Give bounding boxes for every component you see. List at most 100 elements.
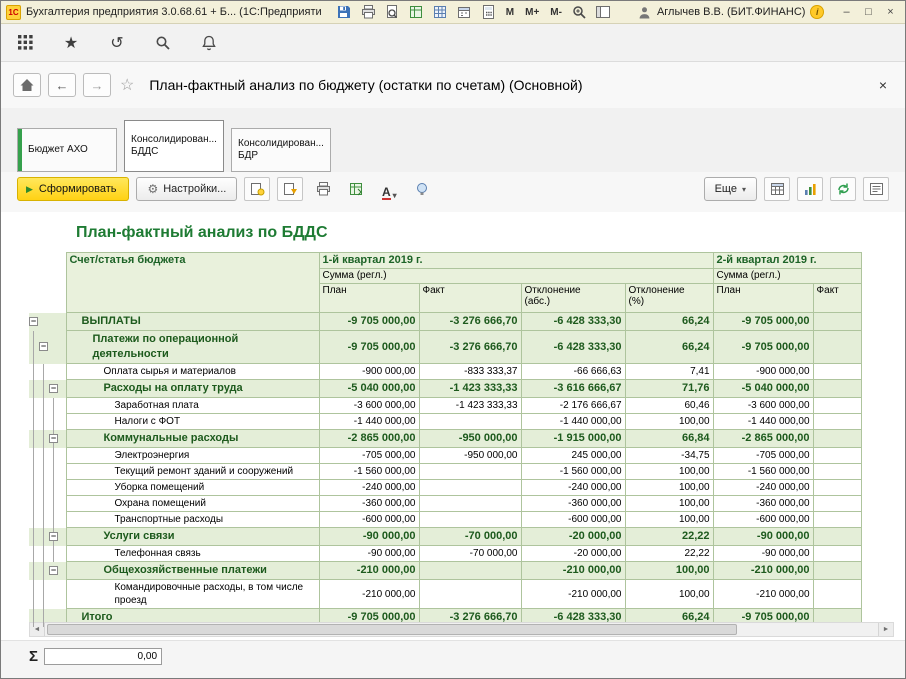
col-header-q2[interactable]: 2-й квартал 2019 г. (713, 253, 861, 269)
cell-value[interactable] (813, 414, 861, 430)
cell-value[interactable] (813, 546, 861, 562)
print-report-icon[interactable] (310, 177, 336, 201)
cell-value[interactable]: -240 000,00 (713, 480, 813, 496)
cell-value[interactable]: -5 040 000,00 (713, 380, 813, 398)
tab-budget-axo[interactable]: Бюджет АХО (17, 128, 117, 172)
row-label[interactable]: Командировочные расходы, в том числе про… (66, 580, 319, 609)
cell-value[interactable] (813, 364, 861, 380)
cell-value[interactable] (813, 430, 861, 448)
cell-value[interactable]: -1 560 000,00 (521, 464, 625, 480)
generate-button[interactable]: ▶ Сформировать (17, 177, 129, 201)
cell-value[interactable]: -1 560 000,00 (713, 464, 813, 480)
cell-value[interactable] (813, 464, 861, 480)
table-row[interactable]: Текущий ремонт зданий и сооружений-1 560… (29, 464, 861, 480)
forward-button[interactable]: → (83, 73, 111, 97)
cell-value[interactable] (419, 562, 521, 580)
close-form-icon[interactable]: × (873, 77, 893, 93)
back-button[interactable]: ← (48, 73, 76, 97)
cell-value[interactable]: -360 000,00 (319, 496, 419, 512)
cell-value[interactable]: -34,75 (625, 448, 713, 464)
cell-value[interactable]: -90 000,00 (713, 528, 813, 546)
row-label[interactable]: Оплата сырья и материалов (66, 364, 319, 380)
cell-value[interactable]: 100,00 (625, 580, 713, 609)
cell-value[interactable]: -900 000,00 (319, 364, 419, 380)
horizontal-scrollbar[interactable]: ◄ ► (29, 622, 894, 637)
col-header-account[interactable]: Счет/статья бюджета (66, 253, 319, 313)
cell-value[interactable]: -2 865 000,00 (319, 430, 419, 448)
cell-value[interactable]: -70 000,00 (419, 528, 521, 546)
cell-value[interactable]: -1 560 000,00 (319, 464, 419, 480)
col-header-plan-q2[interactable]: План (713, 284, 813, 313)
cell-value[interactable]: -240 000,00 (319, 480, 419, 496)
cell-value[interactable]: -1 440 000,00 (713, 414, 813, 430)
cell-value[interactable]: 66,84 (625, 430, 713, 448)
cell-value[interactable]: -210 000,00 (521, 580, 625, 609)
cell-value[interactable]: -90 000,00 (319, 528, 419, 546)
cell-value[interactable]: -2 865 000,00 (713, 430, 813, 448)
notifications-bell-icon[interactable] (199, 33, 219, 53)
col-header-fact-q2[interactable]: Факт (813, 284, 861, 313)
col-header-plan-q1[interactable]: План (319, 284, 419, 313)
row-label[interactable]: Платежи по операционной деятельности (66, 331, 319, 364)
col-header-sum-regl-q2[interactable]: Сумма (регл.) (713, 269, 861, 284)
cell-value[interactable]: -210 000,00 (521, 562, 625, 580)
cell-value[interactable]: -900 000,00 (713, 364, 813, 380)
refresh-icon[interactable] (830, 177, 856, 201)
cell-value[interactable] (419, 414, 521, 430)
cell-value[interactable]: -6 428 333,30 (521, 313, 625, 331)
cell-value[interactable]: 71,76 (625, 380, 713, 398)
scrollbar-thumb[interactable] (47, 624, 737, 635)
table-row[interactable]: −Услуги связи-90 000,00-70 000,00-20 000… (29, 528, 861, 546)
favorite-star-icon[interactable]: ☆ (120, 75, 134, 95)
save-icon[interactable] (336, 4, 353, 21)
save-to-file-icon[interactable] (343, 177, 369, 201)
cell-value[interactable]: -1 440 000,00 (319, 414, 419, 430)
tab-consolidated-bdds[interactable]: Консолидирован... БДДС (124, 120, 224, 172)
row-label[interactable]: Транспортные расходы (66, 512, 319, 528)
close-button[interactable]: × (881, 4, 900, 21)
cell-value[interactable]: -5 040 000,00 (319, 380, 419, 398)
collapse-icon[interactable]: − (49, 434, 58, 443)
row-label[interactable]: Общехозяйственные платежи (66, 562, 319, 580)
row-label[interactable]: Уборка помещений (66, 480, 319, 496)
scroll-right-icon[interactable]: ► (878, 623, 893, 636)
cell-value[interactable]: -3 276 666,70 (419, 313, 521, 331)
cell-value[interactable] (813, 398, 861, 414)
cell-value[interactable]: -9 705 000,00 (713, 313, 813, 331)
cell-value[interactable]: -1 423 333,33 (419, 398, 521, 414)
cell-value[interactable]: -210 000,00 (713, 562, 813, 580)
cell-value[interactable]: 66,24 (625, 313, 713, 331)
period-table-icon[interactable] (764, 177, 790, 201)
row-label[interactable]: Охрана помещений (66, 496, 319, 512)
export-table-icon[interactable] (408, 4, 425, 21)
cell-value[interactable]: -210 000,00 (319, 580, 419, 609)
cell-value[interactable]: 60,46 (625, 398, 713, 414)
settings-button[interactable]: ⚙ Настройки... (136, 177, 237, 201)
more-button[interactable]: Еще ▾ (704, 177, 757, 201)
cell-value[interactable]: -1 423 333,33 (419, 380, 521, 398)
print-icon[interactable] (360, 4, 377, 21)
col-header-q1[interactable]: 1-й квартал 2019 г. (319, 253, 713, 269)
memory-m-plus-button[interactable]: М+ (523, 7, 541, 18)
print-preview-icon[interactable] (384, 4, 401, 21)
zoom-icon[interactable] (571, 4, 588, 21)
cell-value[interactable]: -210 000,00 (713, 580, 813, 609)
cell-value[interactable]: -360 000,00 (521, 496, 625, 512)
cell-value[interactable] (419, 496, 521, 512)
table-row[interactable]: Заработная плата-3 600 000,00-1 423 333,… (29, 398, 861, 414)
cell-value[interactable]: -3 600 000,00 (713, 398, 813, 414)
table-row[interactable]: Налоги с ФОТ-1 440 000,00-1 440 000,0010… (29, 414, 861, 430)
col-header-fact-q1[interactable]: Факт (419, 284, 521, 313)
user-menu[interactable]: Аглычев В.В. (БИТ.ФИНАНС) (636, 4, 805, 21)
cell-value[interactable] (813, 528, 861, 546)
cell-value[interactable]: -833 333,37 (419, 364, 521, 380)
cell-value[interactable]: -600 000,00 (713, 512, 813, 528)
menu-grid-icon[interactable] (15, 33, 35, 53)
cell-value[interactable]: -9 705 000,00 (319, 313, 419, 331)
cell-value[interactable] (813, 496, 861, 512)
table-row[interactable]: Уборка помещений-240 000,00-240 000,0010… (29, 480, 861, 496)
save-variant-icon[interactable] (277, 177, 303, 201)
cell-value[interactable] (813, 331, 861, 364)
font-settings-button[interactable]: А ▾ (376, 177, 402, 201)
table-icon[interactable] (432, 4, 449, 21)
